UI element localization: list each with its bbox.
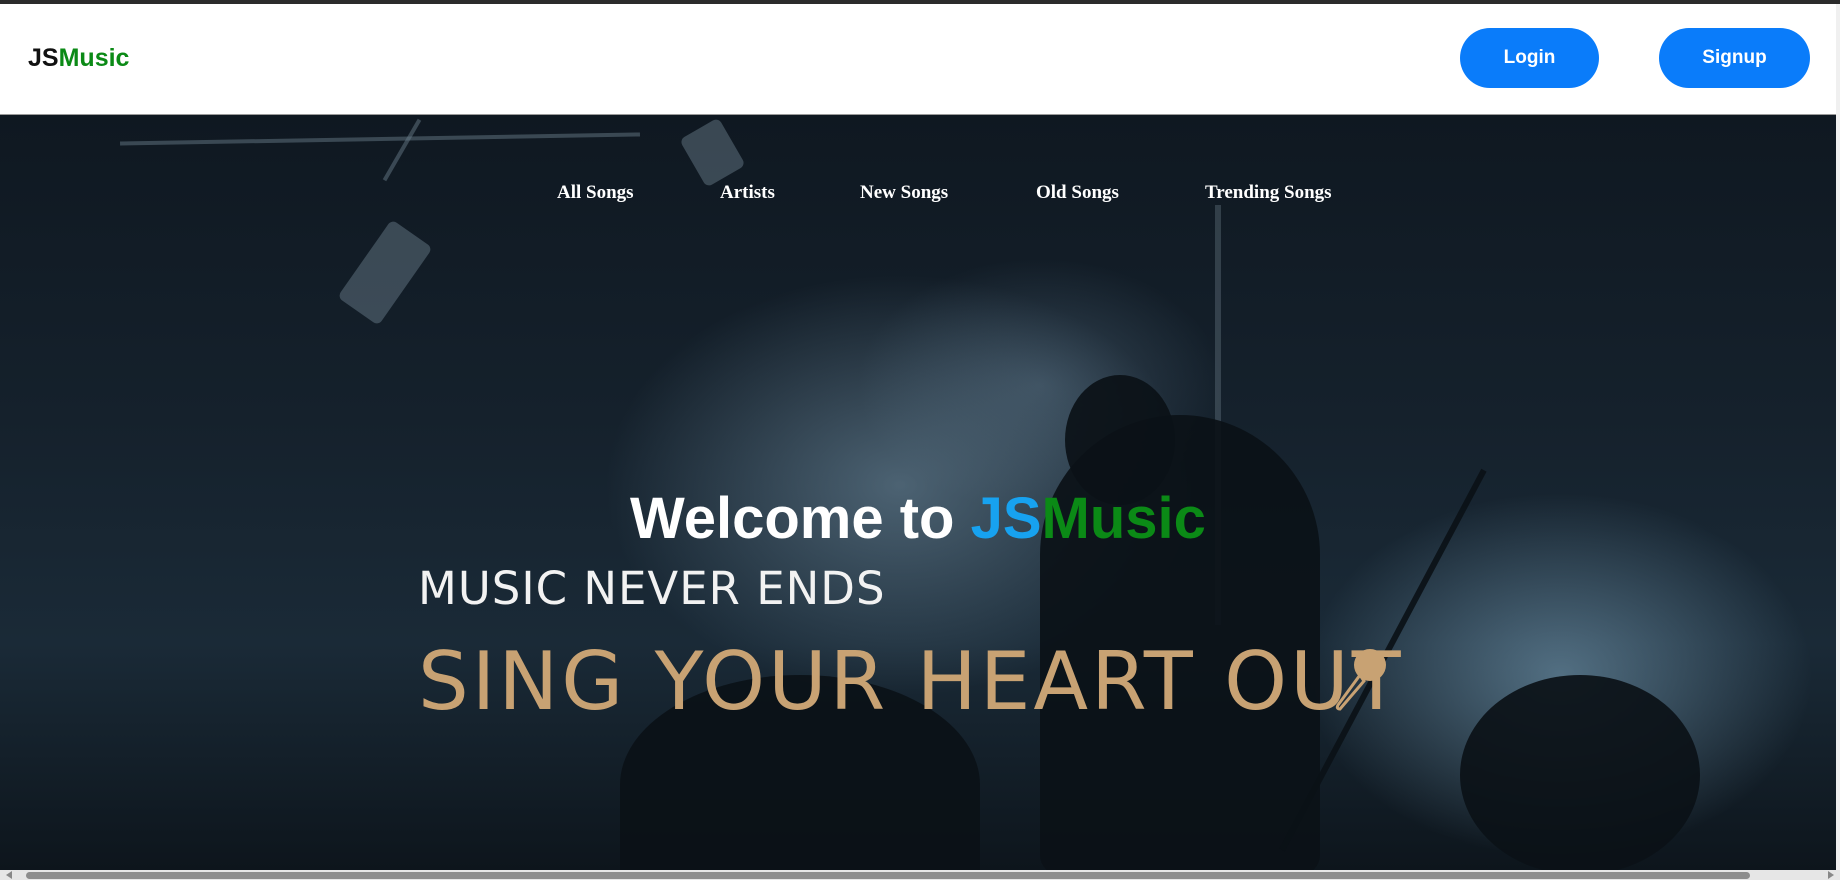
main-nav: All Songs Artists New Songs Old Songs Tr… [0,182,1836,212]
scroll-left-icon[interactable] [6,871,12,879]
scrollbar-thumb[interactable] [26,872,1750,879]
welcome-music: Music [1041,486,1206,551]
welcome-heading: Welcome to JSMusic [630,485,1206,552]
signup-button[interactable]: Signup [1659,28,1810,88]
logo-music: Music [58,44,130,72]
nav-new-songs[interactable]: New Songs [860,182,948,204]
stage-truss-diagonal [382,118,422,182]
nav-all-songs[interactable]: All Songs [557,182,634,204]
vertical-scrollbar[interactable] [1836,4,1840,870]
nav-trending-songs[interactable]: Trending Songs [1205,182,1332,204]
site-logo[interactable]: JSMusic [28,44,129,73]
logo-js: JS [28,44,59,72]
nav-artists[interactable]: Artists [720,182,775,204]
scroll-right-icon[interactable] [1828,871,1834,879]
horizontal-scrollbar[interactable] [0,870,1840,880]
drum-silhouette [1460,675,1700,870]
site-header: JSMusic Login Signup [0,4,1836,115]
welcome-prefix: Welcome to [630,486,971,551]
tagline-music-never-ends: MUSIC NEVER ENDS [418,562,886,615]
stage-light [337,219,433,326]
stage-light-2 [679,117,746,188]
stage-truss [120,132,640,146]
nav-old-songs[interactable]: Old Songs [1036,182,1119,204]
welcome-js: JS [970,486,1042,551]
hero-banner: All Songs Artists New Songs Old Songs Tr… [0,115,1836,870]
tagline-sing-your-heart-out: SING YOUR HEART OUT [418,635,1404,728]
login-button[interactable]: Login [1460,28,1599,88]
microphone-icon [1335,649,1386,711]
